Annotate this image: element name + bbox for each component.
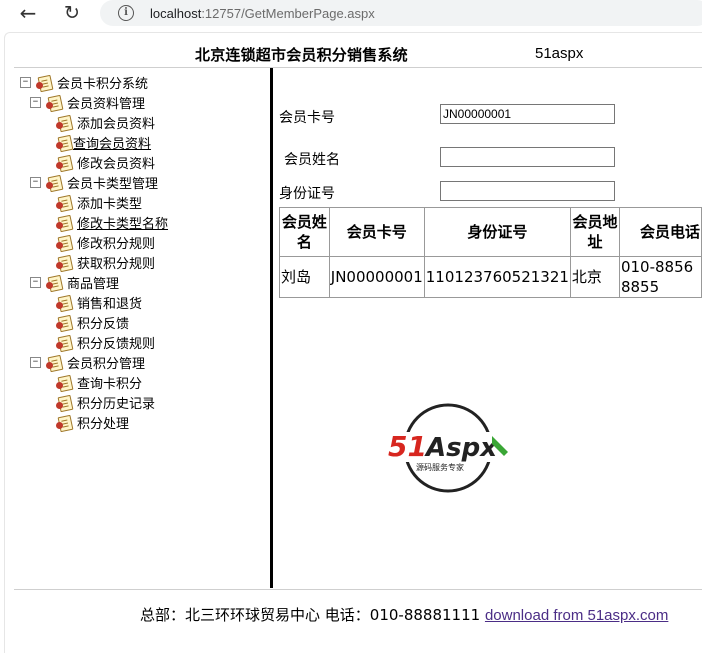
collapse-toggle-icon[interactable]: − xyxy=(30,276,41,288)
footer: 总部：北三环环球贸易中心 电话：010-88881111 download fr… xyxy=(140,604,668,625)
tree-item-edit-points-rule[interactable]: 修改积分规则 xyxy=(56,232,155,252)
tree-item-label[interactable]: 添加卡类型 xyxy=(77,193,142,212)
page-icon xyxy=(56,154,74,172)
back-arrow-icon[interactable]: ← xyxy=(16,1,40,25)
tree-root-label[interactable]: 会员卡积分系统 xyxy=(57,73,148,92)
tree-group-label[interactable]: 会员资料管理 xyxy=(67,93,145,112)
folder-book-icon xyxy=(36,74,54,92)
page-icon xyxy=(56,334,74,352)
page-icon xyxy=(56,114,74,132)
address-bar[interactable]: i localhost:12757/GetMemberPage.aspx xyxy=(100,0,702,26)
51aspx-logo: 51 Aspx 源码服务专家 xyxy=(388,403,512,493)
tree-item-edit-member[interactable]: 修改会员资料 xyxy=(56,152,155,172)
tree-item-points-processing[interactable]: 积分处理 xyxy=(56,412,129,432)
page-icon xyxy=(56,254,74,272)
collapse-toggle-icon[interactable]: − xyxy=(30,356,41,368)
member-name-input[interactable] xyxy=(440,147,615,167)
footer-contact-text: 总部：北三环环球贸易中心 电话：010-88881111 xyxy=(140,606,485,624)
card-number-input[interactable]: JN00000001 xyxy=(440,104,615,124)
tree-group-member-points[interactable]: − 会员积分管理 xyxy=(30,352,145,372)
table-cell: 010-88568855 xyxy=(618,256,702,298)
member-results-table: 会员姓名 会员卡号 身份证号 会员地址 会员电话 刘岛 JN00000001 1… xyxy=(279,207,702,298)
tree-item-label[interactable]: 获取积分规则 xyxy=(77,253,155,272)
tree-item-label[interactable]: 销售和退货 xyxy=(77,293,142,312)
tree-item-label[interactable]: 查询会员资料 xyxy=(73,133,151,152)
collapse-toggle-icon[interactable]: − xyxy=(30,96,41,108)
tree-item-label[interactable]: 积分处理 xyxy=(77,413,129,432)
folder-book-icon xyxy=(46,174,64,192)
tree-group-label[interactable]: 会员积分管理 xyxy=(67,353,145,372)
tree-item-feedback-rule[interactable]: 积分反馈规则 xyxy=(56,332,155,352)
tree-group-label[interactable]: 会员卡类型管理 xyxy=(67,173,158,192)
column-header: 身份证号 xyxy=(423,207,571,257)
logo-sub-text: 源码服务专家 xyxy=(416,462,464,472)
tree-root[interactable]: − 会员卡积分系统 xyxy=(20,72,148,92)
tree-group-card-type[interactable]: − 会员卡类型管理 xyxy=(30,172,158,192)
header-divider xyxy=(14,67,702,68)
page-icon xyxy=(56,314,74,332)
table-cell: JN00000001 xyxy=(328,256,425,298)
table-row: 刘岛 JN00000001 110123760521321 北京 010-885… xyxy=(279,256,702,298)
tree-item-label[interactable]: 积分反馈 xyxy=(77,313,129,332)
tree-item-label[interactable]: 查询卡积分 xyxy=(77,373,142,392)
folder-book-icon xyxy=(46,354,64,372)
page-icon xyxy=(56,134,74,152)
header-brand: 51aspx xyxy=(535,45,584,62)
page-icon xyxy=(56,294,74,312)
tree-item-add-member[interactable]: 添加会员资料 xyxy=(56,112,155,132)
page-icon xyxy=(56,374,74,392)
table-cell: 110123760521321 xyxy=(423,256,571,298)
column-header: 会员姓名 xyxy=(279,207,330,257)
member-name-label: 会员姓名 xyxy=(284,152,340,168)
url-path: :12757/GetMemberPage.aspx xyxy=(201,5,375,21)
download-link[interactable]: download from 51aspx.com xyxy=(485,607,668,624)
collapse-toggle-icon[interactable]: − xyxy=(30,176,41,188)
column-header: 会员地址 xyxy=(569,207,620,257)
card-number-label: 会员卡号 xyxy=(279,110,335,126)
tree-item-query-card-points[interactable]: 查询卡积分 xyxy=(56,372,142,392)
column-header: 会员电话 xyxy=(618,207,702,257)
footer-divider xyxy=(14,589,702,590)
id-number-label: 身份证号 xyxy=(279,186,335,202)
table-cell: 北京 xyxy=(569,256,620,298)
page-icon xyxy=(56,394,74,412)
tree-item-sales-returns[interactable]: 销售和退货 xyxy=(56,292,142,312)
tree-item-points-history[interactable]: 积分历史记录 xyxy=(56,392,155,412)
collapse-toggle-icon[interactable]: − xyxy=(20,76,31,88)
page-icon xyxy=(56,194,74,212)
reload-icon[interactable]: ↻ xyxy=(60,1,84,25)
page-title: 北京连锁超市会员积分销售系统 xyxy=(195,46,408,64)
id-number-input[interactable] xyxy=(440,181,615,201)
table-cell: 刘岛 xyxy=(279,256,330,298)
info-icon[interactable]: i xyxy=(118,5,134,21)
tree-group-member-info[interactable]: − 会员资料管理 xyxy=(30,92,145,112)
tree-item-label[interactable]: 修改积分规则 xyxy=(77,233,155,252)
tree-item-label[interactable]: 添加会员资料 xyxy=(77,113,155,132)
browser-toolbar: ← ↻ i localhost:12757/GetMemberPage.aspx xyxy=(0,0,702,30)
page-icon xyxy=(56,214,74,232)
page-icon xyxy=(56,234,74,252)
tree-item-label[interactable]: 修改卡类型名称 xyxy=(77,213,168,232)
folder-book-icon xyxy=(46,94,64,112)
url-host: localhost xyxy=(150,5,202,21)
tree-item-add-card-type[interactable]: 添加卡类型 xyxy=(56,192,142,212)
tree-group-goods[interactable]: − 商品管理 xyxy=(30,272,119,292)
folder-book-icon xyxy=(46,274,64,292)
tree-item-label[interactable]: 积分反馈规则 xyxy=(77,333,155,352)
tree-item-query-member[interactable]: 查询会员资料 xyxy=(56,132,151,152)
logo-51-text: 51 xyxy=(388,430,427,463)
tree-item-rename-card-type[interactable]: 修改卡类型名称 xyxy=(56,212,168,232)
tree-item-get-points-rule[interactable]: 获取积分规则 xyxy=(56,252,155,272)
page-icon xyxy=(56,414,74,432)
column-header: 会员卡号 xyxy=(328,207,425,257)
table-header-row: 会员姓名 会员卡号 身份证号 会员地址 会员电话 xyxy=(279,207,702,257)
tree-item-points-feedback[interactable]: 积分反馈 xyxy=(56,312,129,332)
logo-aspx-text: Aspx xyxy=(424,433,498,463)
tree-group-label[interactable]: 商品管理 xyxy=(67,273,119,292)
tree-item-label[interactable]: 修改会员资料 xyxy=(77,153,155,172)
vertical-divider xyxy=(270,68,273,588)
tree-item-label[interactable]: 积分历史记录 xyxy=(77,393,155,412)
